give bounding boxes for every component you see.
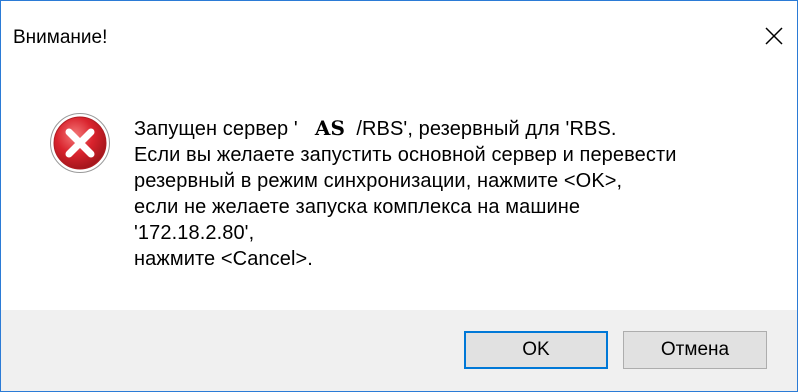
message-line-1-prefix: Запущен сервер ' [134, 118, 298, 140]
dialog-title: Внимание! [13, 27, 108, 48]
ok-button[interactable]: OK [464, 331, 608, 369]
error-icon [50, 113, 110, 173]
message-line-3: резервный в режим синхронизации, нажмите… [134, 170, 623, 192]
dialog-content: Запущен сервер ' AS /RBS', резервный для… [1, 67, 797, 310]
message-line-4: если не желаете запуска комплекса на маш… [134, 196, 581, 218]
message-text: Запущен сервер ' AS /RBS', резервный для… [134, 115, 774, 272]
message-dialog: Внимание! Запущен сервер ' AS /RBS', рез [0, 0, 798, 392]
message-line-6: нажмите <Cancel>. [134, 248, 313, 270]
message-line-1: Запущен сервер ' AS /RBS', резервный для… [134, 115, 774, 142]
message-line-2: Если вы желаете запустить основной серве… [134, 144, 677, 166]
message-line-5: '172.18.2.80', [134, 222, 255, 244]
close-icon [765, 27, 783, 45]
button-bar: OK Отмена [1, 310, 797, 391]
title-bar[interactable]: Внимание! [1, 1, 797, 67]
cancel-button[interactable]: Отмена [623, 331, 767, 369]
close-button[interactable] [757, 19, 791, 53]
message-line-1-suffix: /RBS', резервный для 'RBS. [356, 118, 617, 140]
message-server-name: AS [314, 116, 346, 140]
